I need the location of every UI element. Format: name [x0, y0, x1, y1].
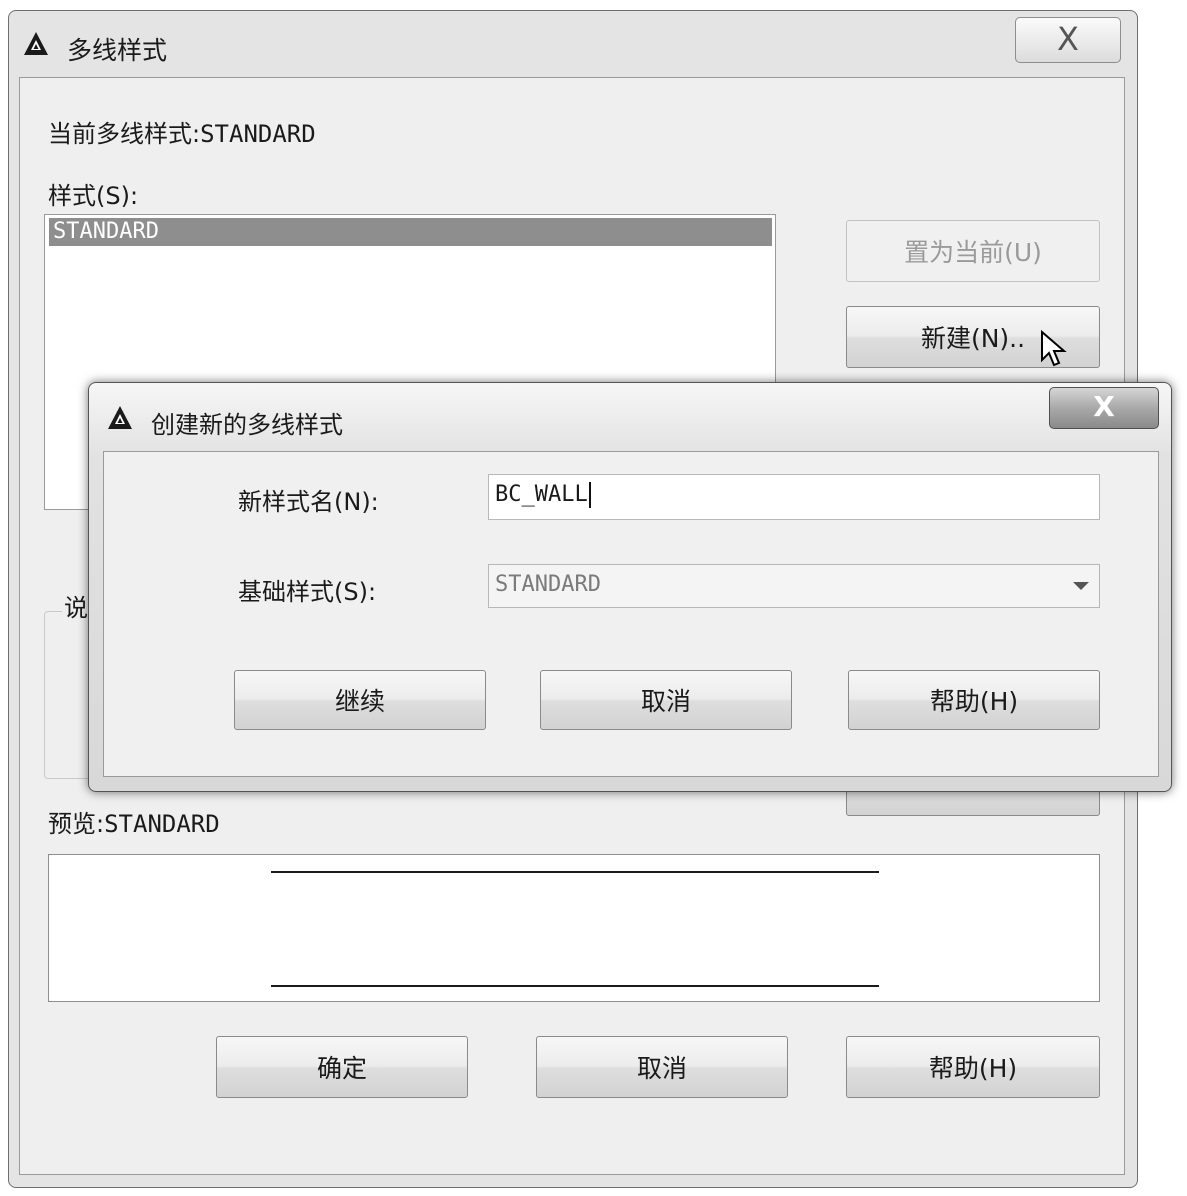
- close-icon: X: [1057, 20, 1079, 58]
- create-new-multiline-style-dialog: 创建新的多线样式 X 新样式名(N): BC_WALL 基础样式(S): STA…: [88, 382, 1172, 792]
- window-title: 多线样式: [67, 36, 168, 65]
- continue-button[interactable]: 继续: [234, 670, 486, 730]
- cancel-button[interactable]: 取消: [536, 1036, 788, 1098]
- title-bar[interactable]: 多线样式 X: [9, 11, 1137, 77]
- current-style-label: 当前多线样式:: [48, 120, 201, 148]
- new-style-name-input[interactable]: BC_WALL: [488, 474, 1100, 520]
- autocad-triangle-icon: [108, 406, 132, 429]
- styles-label: 样式(S):: [48, 182, 139, 210]
- close-button[interactable]: X: [1015, 17, 1121, 63]
- preview-row: 预览:STANDARD: [48, 804, 220, 839]
- text-caret: [588, 482, 591, 508]
- continue-button-label: 继续: [334, 687, 385, 716]
- preview-label: 预览:: [48, 810, 105, 838]
- base-style-label: 基础样式(S):: [238, 578, 377, 606]
- set-current-button[interactable]: 置为当前(U): [846, 220, 1100, 282]
- set-current-button-label: 置为当前(U): [904, 238, 1042, 267]
- preview-value: STANDARD: [104, 810, 220, 838]
- dialog-title: 创建新的多线样式: [151, 411, 343, 439]
- dialog-cancel-button-label: 取消: [640, 687, 691, 716]
- preview-line-top: [271, 871, 879, 873]
- current-style-row: 当前多线样式:STANDARD: [48, 114, 316, 149]
- dialog-client-area: 新样式名(N): BC_WALL 基础样式(S): STANDARD 继续 取消…: [103, 451, 1159, 777]
- ok-button-label: 确定: [316, 1054, 367, 1083]
- help-button[interactable]: 帮助(H): [846, 1036, 1100, 1098]
- close-icon: X: [1093, 390, 1115, 423]
- current-style-value: STANDARD: [200, 120, 316, 148]
- preview-area: [48, 854, 1100, 1002]
- dialog-cancel-button[interactable]: 取消: [540, 670, 792, 730]
- dialog-help-button-label: 帮助(H): [929, 687, 1019, 716]
- cancel-button-label: 取消: [636, 1054, 687, 1083]
- chevron-down-icon[interactable]: [1073, 582, 1089, 590]
- description-label: 说: [62, 588, 90, 623]
- autocad-triangle-icon: [24, 32, 48, 55]
- dialog-help-button[interactable]: 帮助(H): [848, 670, 1100, 730]
- mouse-pointer-icon: [1041, 330, 1067, 367]
- preview-line-bottom: [271, 985, 879, 987]
- dialog-close-button[interactable]: X: [1049, 387, 1159, 429]
- new-style-name-label: 新样式名(N):: [238, 488, 379, 516]
- list-item[interactable]: STANDARD: [49, 218, 772, 246]
- help-button-label: 帮助(H): [928, 1054, 1018, 1083]
- base-style-value: STANDARD: [495, 572, 601, 597]
- new-style-name-value: BC_WALL: [495, 482, 588, 507]
- ok-button[interactable]: 确定: [216, 1036, 468, 1098]
- base-style-select[interactable]: STANDARD: [488, 564, 1100, 608]
